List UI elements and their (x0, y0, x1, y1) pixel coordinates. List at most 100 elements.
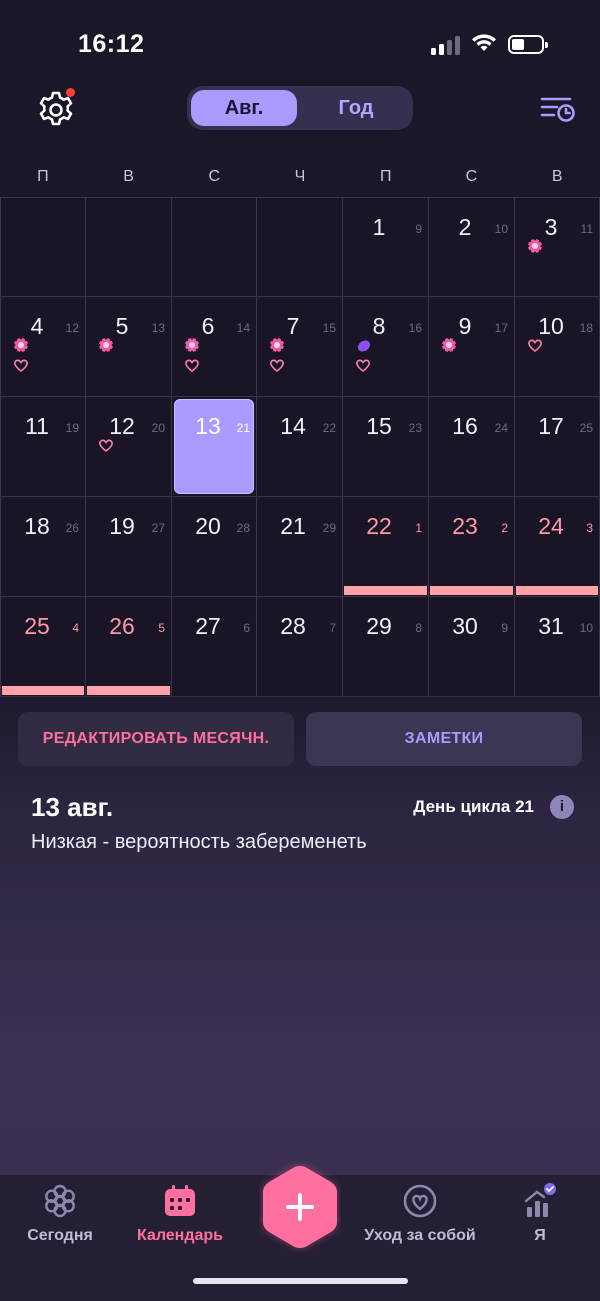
calendar-day[interactable]: 6 14 (172, 297, 257, 397)
today-icon (45, 1184, 75, 1218)
day-number: 31 (538, 613, 564, 639)
calendar-day[interactable]: 23 2 (429, 497, 515, 597)
notes-button[interactable]: ЗАМЕТКИ (306, 712, 582, 766)
calendar-day[interactable]: 9 17 (429, 297, 515, 397)
cycle-day-number: 3 (586, 521, 593, 535)
day-number: 4 (30, 313, 44, 339)
calendar-day[interactable]: 7 15 (257, 297, 343, 397)
calendar-day[interactable]: 21 29 (257, 497, 343, 597)
wifi-icon (472, 34, 496, 51)
calendar-day[interactable]: 19 27 (86, 497, 172, 597)
cycle-day-number: 12 (65, 321, 79, 335)
top-bar: Авг. Год (0, 80, 600, 140)
edit-period-button[interactable]: РЕДАКТИРОВАТЬ МЕСЯЧН. (18, 712, 294, 766)
cycle-day-number: 19 (65, 421, 79, 435)
cycle-day-number: 25 (579, 421, 593, 435)
calendar-empty-cell (172, 197, 257, 297)
self-care-icon (403, 1184, 437, 1218)
calendar-day[interactable]: 22 1 (343, 497, 429, 597)
calendar-day-selected[interactable]: 13 21 (172, 397, 257, 497)
day-number: 2 (458, 214, 472, 240)
day-number: 22 (366, 513, 392, 539)
info-icon[interactable]: i (550, 795, 574, 819)
calendar-day[interactable]: 29 8 (343, 597, 429, 697)
calendar-day[interactable]: 27 6 (172, 597, 257, 697)
cycle-day-number: 9 (501, 621, 508, 635)
calendar-day[interactable]: 16 24 (429, 397, 515, 497)
day-number: 13 (195, 413, 221, 439)
calendar-day[interactable]: 24 3 (515, 497, 600, 597)
calendar-day[interactable]: 15 23 (343, 397, 429, 497)
tab-label: Уход за собой (364, 1227, 476, 1244)
heart-icon (99, 439, 113, 453)
heart-icon (270, 359, 284, 373)
weekday-label: В (123, 168, 134, 185)
cycle-day-number: 10 (494, 222, 508, 236)
home-indicator (193, 1278, 408, 1284)
calendar-day[interactable]: 28 7 (257, 597, 343, 697)
calendar-day[interactable]: 2 10 (429, 197, 515, 297)
calendar-day[interactable]: 10 18 (515, 297, 600, 397)
heart-icon (356, 359, 370, 373)
calendar-day[interactable]: 11 19 (0, 397, 86, 497)
calendar-day[interactable]: 8 16 (343, 297, 429, 397)
cycle-day-number: 11 (580, 222, 593, 236)
notification-dot (66, 88, 75, 97)
cycle-day-number: 6 (243, 621, 250, 635)
day-number: 30 (452, 613, 478, 639)
cycle-day-number: 18 (579, 321, 593, 335)
calendar-day[interactable]: 26 5 (86, 597, 172, 697)
battery-icon (508, 35, 548, 54)
heart-icon (14, 359, 28, 373)
pregnancy-probability-text: Низкая - вероятность забеременеть (31, 831, 367, 853)
cycle-day-number: 29 (322, 521, 336, 535)
tab-year[interactable]: Год (303, 90, 409, 126)
calendar-day[interactable]: 25 4 (0, 597, 86, 697)
calendar-empty-cell (86, 197, 172, 297)
day-number: 7 (286, 313, 300, 339)
action-row: РЕДАКТИРОВАТЬ МЕСЯЧН. ЗАМЕТКИ (18, 712, 582, 766)
cycle-day-number: 14 (236, 321, 250, 335)
cycle-history-button[interactable] (540, 94, 576, 124)
selected-date: 13 авг. (31, 792, 114, 822)
cycle-day-number: 24 (494, 421, 508, 435)
list-clock-icon (540, 97, 575, 122)
day-number: 14 (280, 413, 306, 439)
plus-icon (263, 1166, 337, 1248)
period-bar (2, 686, 84, 695)
cycle-day-number: 16 (408, 321, 422, 335)
flower-icon (184, 337, 200, 353)
day-number: 15 (366, 413, 392, 439)
calendar-day[interactable]: 14 22 (257, 397, 343, 497)
cycle-day-number: 9 (415, 222, 422, 236)
calendar-empty-cell (0, 197, 86, 297)
calendar-day[interactable]: 31 10 (515, 597, 600, 697)
day-number: 5 (115, 313, 129, 339)
cycle-day-number: 26 (65, 521, 79, 535)
flower-icon (441, 337, 457, 353)
calendar-day[interactable]: 30 9 (429, 597, 515, 697)
cycle-day-number: 8 (415, 621, 422, 635)
calendar-day[interactable]: 18 26 (0, 497, 86, 597)
add-log-button[interactable] (259, 1162, 341, 1252)
weekday-label: С (208, 168, 221, 185)
flower-icon (527, 238, 543, 254)
calendar-day[interactable]: 19 (343, 197, 429, 297)
period-bar (516, 586, 598, 595)
calendar-icon (165, 1185, 195, 1216)
calendar-day[interactable]: 3 11 (515, 197, 600, 297)
weekday-label: В (551, 168, 563, 185)
cycle-day-label: День цикла 21 (413, 797, 534, 816)
weekday-label: П (379, 168, 392, 185)
calendar-day[interactable]: 4 12 (0, 297, 86, 397)
tab-label: Я (534, 1227, 546, 1244)
status-time: 16:12 (78, 30, 145, 58)
cycle-day-number: 5 (158, 621, 165, 635)
day-number: 8 (372, 313, 386, 339)
calendar-day[interactable]: 5 13 (86, 297, 172, 397)
calendar-day[interactable]: 17 25 (515, 397, 600, 497)
calendar-day[interactable]: 20 28 (172, 497, 257, 597)
calendar-day[interactable]: 12 20 (86, 397, 172, 497)
tab-month[interactable]: Авг. (191, 90, 297, 126)
cycle-day-number: 17 (494, 321, 508, 335)
